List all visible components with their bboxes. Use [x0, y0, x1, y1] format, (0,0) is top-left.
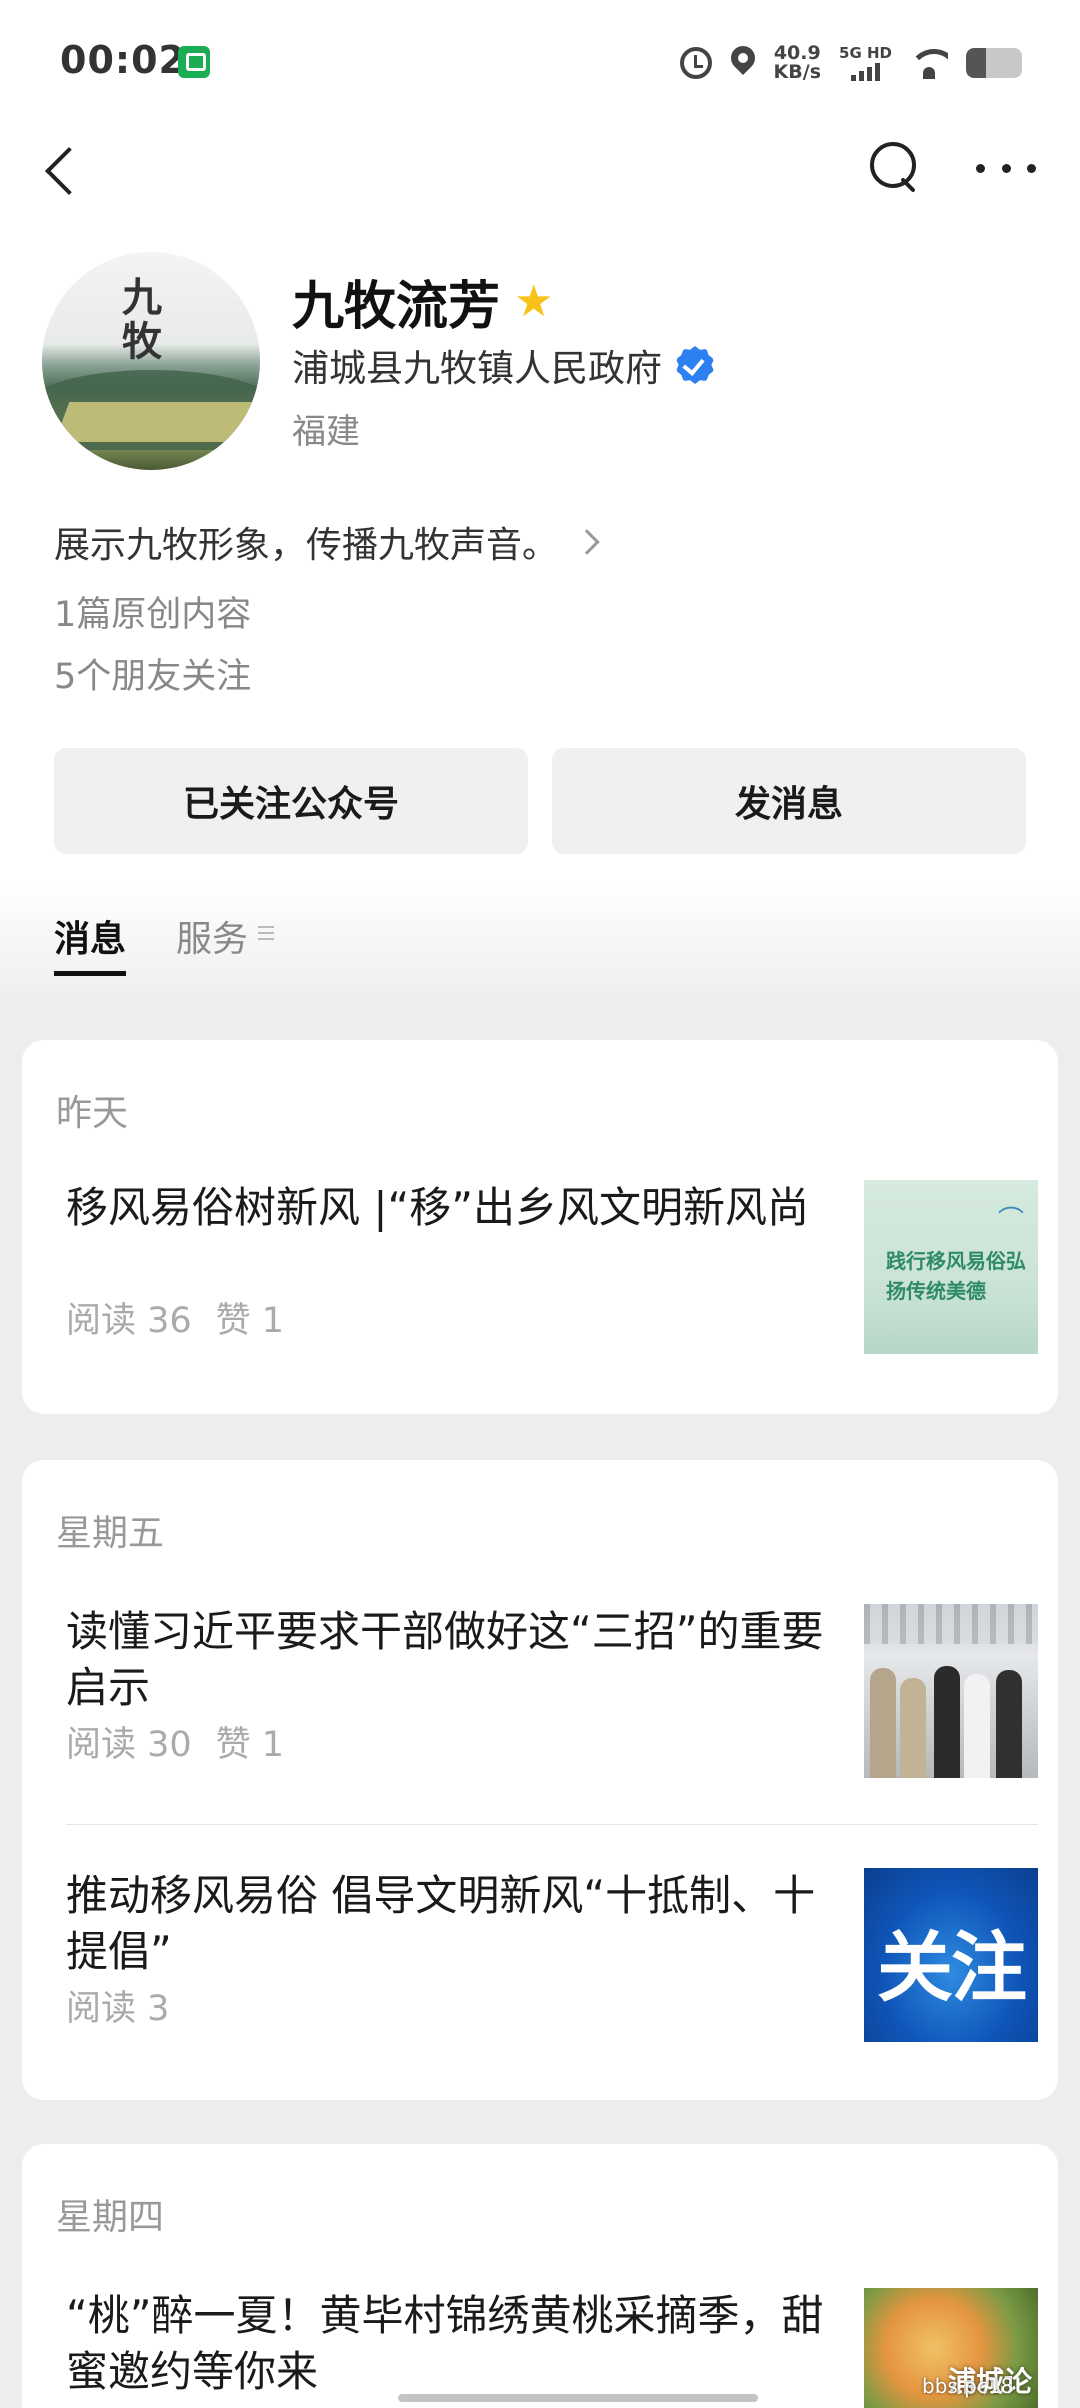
network-speed: 40.9 KB/s	[774, 44, 821, 82]
cellular-signal: 5G HD	[839, 45, 892, 81]
tab-label: 服务	[176, 919, 249, 960]
home-indicator[interactable]	[398, 2394, 758, 2402]
article-title: 推动移风易俗 倡导文明新风“十抵制、十提倡”	[66, 1871, 816, 1976]
menu-lines-icon	[258, 926, 275, 940]
article-thumbnail: ⌒ 践行移风易俗弘扬传统美德	[864, 1180, 1038, 1354]
wifi-icon	[910, 47, 948, 79]
account-name: 九牧流芳 ★	[292, 264, 553, 339]
organization-name-text: 浦城县九牧镇人民政府	[292, 347, 662, 390]
article-thumbnail	[864, 1604, 1038, 1778]
article-item[interactable]: 移风易俗树新风 |“移”出乡风文明新风尚 阅读 36 赞 1 ⌒ 践行移风易俗弘扬…	[66, 1180, 1038, 1354]
article-title: 移风易俗树新风 |“移”出乡风文明新风尚	[66, 1183, 810, 1232]
organization-name[interactable]: 浦城县九牧镇人民政府	[292, 338, 714, 392]
divider	[66, 1824, 1038, 1825]
status-time: 00:02	[60, 38, 186, 82]
star-icon[interactable]: ★	[514, 279, 553, 324]
tab-messages[interactable]: 消息	[54, 910, 127, 976]
status-bar: 00:02 40.9 KB/s 5G HD	[0, 0, 1080, 120]
verified-icon	[676, 346, 714, 384]
read-count: 阅读 3	[66, 1989, 170, 2029]
status-indicators: 40.9 KB/s 5G HD	[679, 40, 1022, 86]
account-description[interactable]: 展示九牧形象，传播九牧声音。	[54, 516, 600, 568]
followed-button[interactable]: 已关注公众号	[54, 748, 528, 854]
battery-level	[966, 48, 986, 78]
network-type-label: 5G HD	[839, 44, 892, 62]
battery-icon	[966, 48, 1022, 78]
description-text: 展示九牧形象，传播九牧声音。	[54, 525, 559, 566]
swallow-logo-icon: ⌒	[997, 1206, 1024, 1236]
send-message-button[interactable]: 发消息	[552, 748, 1026, 854]
thumbnail-caption: 关注	[877, 1923, 1027, 2012]
message-date: 昨天	[56, 1093, 129, 1134]
read-count: 阅读 36	[66, 1301, 192, 1341]
article-title: 读懂习近平要求干部做好这“三招”的重要启示	[66, 1607, 824, 1712]
article-item[interactable]: 读懂习近平要求干部做好这“三招”的重要启示 阅读 30 赞 1	[66, 1604, 1038, 1778]
alarm-icon	[679, 47, 712, 79]
read-count: 阅读 30	[66, 1725, 192, 1765]
app-notification-icon	[178, 46, 210, 78]
thumbnail-caption: 践行移风易俗弘扬传统美德	[886, 1249, 1026, 1303]
more-options-icon[interactable]	[976, 150, 1036, 186]
avatar-logo-text: 九牧	[122, 274, 162, 365]
article-item[interactable]: “桃”醉一夏！黄毕村锦绣黄桃采摘季，甜蜜邀约等你来 浦城论	[66, 2288, 1038, 2408]
like-count: 赞 1	[215, 1301, 285, 1341]
article-stats: 阅读 36 赞 1	[66, 1292, 284, 1343]
original-content-count[interactable]: 1篇原创内容	[54, 586, 251, 637]
like-count: 赞 1	[215, 1725, 285, 1765]
article-item[interactable]: 推动移风易俗 倡导文明新风“十抵制、十提倡” 阅读 3 关注	[66, 1868, 1038, 2042]
signal-bars-icon	[851, 61, 880, 81]
friends-following-count[interactable]: 5个朋友关注	[54, 648, 251, 699]
account-name-text: 九牧流芳	[292, 277, 501, 337]
search-icon[interactable]	[864, 136, 924, 196]
tab-label: 消息	[54, 919, 127, 960]
location-icon	[730, 46, 756, 80]
tab-services[interactable]: 服务	[176, 910, 275, 976]
article-thumbnail: 关注	[864, 1868, 1038, 2042]
article-stats: 阅读 30 赞 1	[66, 1716, 284, 1767]
forum-watermark: bbs.pc18	[922, 2374, 1014, 2398]
network-speed-unit: KB/s	[773, 61, 822, 83]
avatar[interactable]: 九牧	[42, 252, 260, 470]
chevron-right-icon	[574, 529, 600, 555]
message-date: 星期五	[56, 1513, 165, 1554]
article-stats: 阅读 3	[66, 1980, 169, 2031]
message-group: 星期四 “桃”醉一夏！黄毕村锦绣黄桃采摘季，甜蜜邀约等你来 浦城论	[22, 2144, 1058, 2408]
tab-bar: 消息 服务	[54, 910, 275, 976]
article-title: “桃”醉一夏！黄毕村锦绣黄桃采摘季，甜蜜邀约等你来	[66, 2291, 824, 2396]
region-label: 福建	[292, 412, 360, 452]
back-icon[interactable]	[36, 140, 86, 200]
message-date: 星期四	[56, 2197, 165, 2238]
message-group: 昨天 移风易俗树新风 |“移”出乡风文明新风尚 阅读 36 赞 1 ⌒ 践行移风易…	[22, 1040, 1058, 1414]
message-group: 星期五 读懂习近平要求干部做好这“三招”的重要启示 阅读 30 赞 1 推动移风易…	[22, 1460, 1058, 2100]
